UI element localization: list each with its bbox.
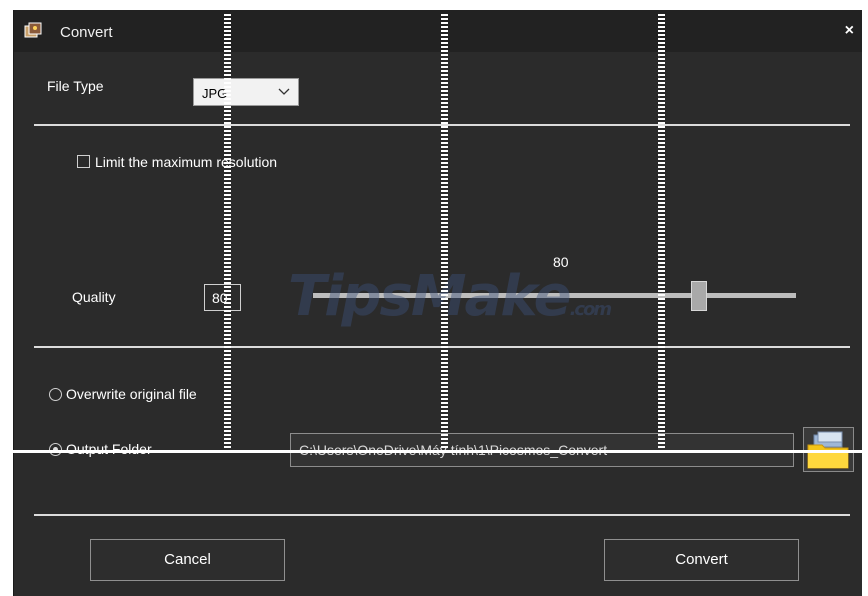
file-type-select[interactable]: JPG — [193, 78, 299, 106]
cancel-button[interactable]: Cancel — [90, 539, 285, 581]
watermark: TipsMake.com — [288, 264, 612, 329]
convert-button[interactable]: Convert — [604, 539, 799, 581]
title-bar: Convert × — [14, 10, 862, 52]
file-type-label: File Type — [47, 78, 104, 94]
overwrite-radio[interactable] — [49, 388, 62, 401]
quality-input[interactable]: 80 — [204, 284, 241, 311]
chevron-down-icon — [278, 88, 290, 95]
overlay-dotted-line-2 — [441, 14, 448, 454]
app-icon — [24, 22, 42, 38]
output-folder-label[interactable]: Output Folder — [66, 441, 152, 457]
overlay-horizontal-line — [0, 450, 868, 453]
limit-resolution-label[interactable]: Limit the maximum resolution — [95, 154, 277, 170]
overwrite-label[interactable]: Overwrite original file — [66, 386, 197, 402]
overlay-dotted-line-3 — [658, 14, 665, 454]
window-title: Convert — [60, 24, 113, 41]
quality-label: Quality — [72, 289, 116, 305]
close-icon[interactable]: × — [845, 22, 854, 40]
overlay-dotted-line-1 — [224, 14, 231, 454]
limit-resolution-checkbox[interactable] — [77, 155, 90, 168]
divider-bottom — [34, 514, 850, 516]
quality-slider-thumb[interactable] — [691, 281, 708, 311]
